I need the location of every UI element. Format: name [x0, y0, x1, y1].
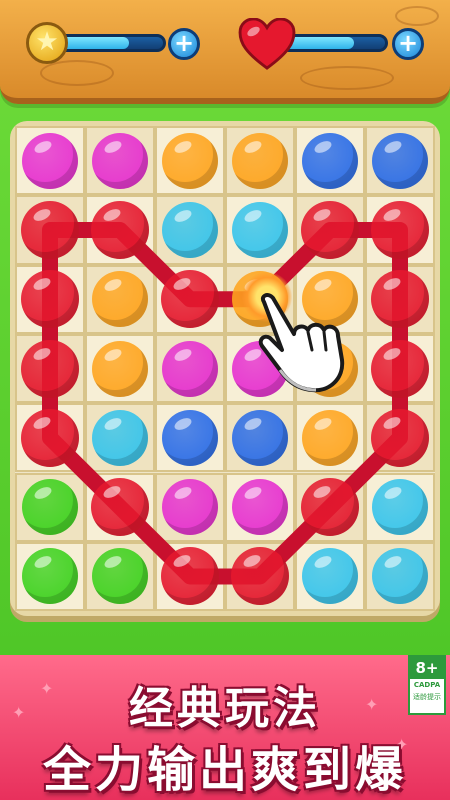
cyan-dot[interactable]	[372, 479, 428, 536]
add-star-button[interactable]: +	[168, 28, 200, 60]
age-rating: 8+	[410, 657, 444, 679]
blue-dot[interactable]	[232, 409, 288, 466]
star-meter: +	[48, 28, 206, 60]
magenta-dot[interactable]	[162, 340, 218, 397]
age-rating-badge: 8+ CADPA 适龄提示	[408, 655, 446, 715]
red-dot[interactable]	[371, 339, 429, 398]
cyan-dot[interactable]	[92, 409, 148, 466]
red-dot[interactable]	[91, 478, 149, 537]
wood-grain	[300, 66, 394, 90]
red-dot[interactable]	[21, 270, 79, 329]
red-dot[interactable]	[371, 408, 429, 467]
orange-dot[interactable]	[162, 132, 218, 189]
age-rating-org: CADPA	[413, 681, 441, 689]
magenta-dot[interactable]	[22, 132, 78, 189]
slogan-line-1: 经典玩法	[129, 683, 321, 734]
orange-dot[interactable]	[92, 340, 148, 397]
blue-dot[interactable]	[162, 409, 218, 466]
star-icon: ★	[26, 22, 68, 64]
red-dot[interactable]	[371, 270, 429, 329]
red-dot[interactable]	[371, 200, 429, 259]
magenta-dot[interactable]	[162, 479, 218, 536]
red-dot[interactable]	[91, 200, 149, 259]
blue-dot[interactable]	[302, 132, 358, 189]
orange-dot[interactable]	[302, 409, 358, 466]
red-dot[interactable]	[21, 408, 79, 467]
orange-dot[interactable]	[232, 132, 288, 189]
red-dot[interactable]	[21, 200, 79, 259]
red-dot[interactable]	[161, 270, 219, 329]
add-life-button[interactable]: +	[392, 28, 424, 60]
wood-grain	[40, 60, 114, 86]
red-dot[interactable]	[301, 478, 359, 537]
red-dot[interactable]	[301, 200, 359, 259]
heart-icon	[238, 18, 296, 70]
cyan-dot[interactable]	[162, 201, 218, 258]
wood-grain	[395, 6, 439, 26]
cyan-dot[interactable]	[232, 201, 288, 258]
life-progress-bar	[280, 34, 388, 52]
hand-pointer-icon	[258, 293, 345, 393]
age-rating-tip: 适龄提示	[413, 693, 441, 701]
slogan-line-2: 全力输出爽到爆	[42, 742, 407, 798]
life-meter: +	[280, 28, 428, 60]
blue-dot[interactable]	[372, 132, 428, 189]
magenta-dot[interactable]	[92, 132, 148, 189]
green-dot[interactable]	[22, 479, 78, 536]
magenta-dot[interactable]	[232, 479, 288, 536]
red-dot[interactable]	[21, 339, 79, 398]
orange-dot[interactable]	[92, 271, 148, 328]
